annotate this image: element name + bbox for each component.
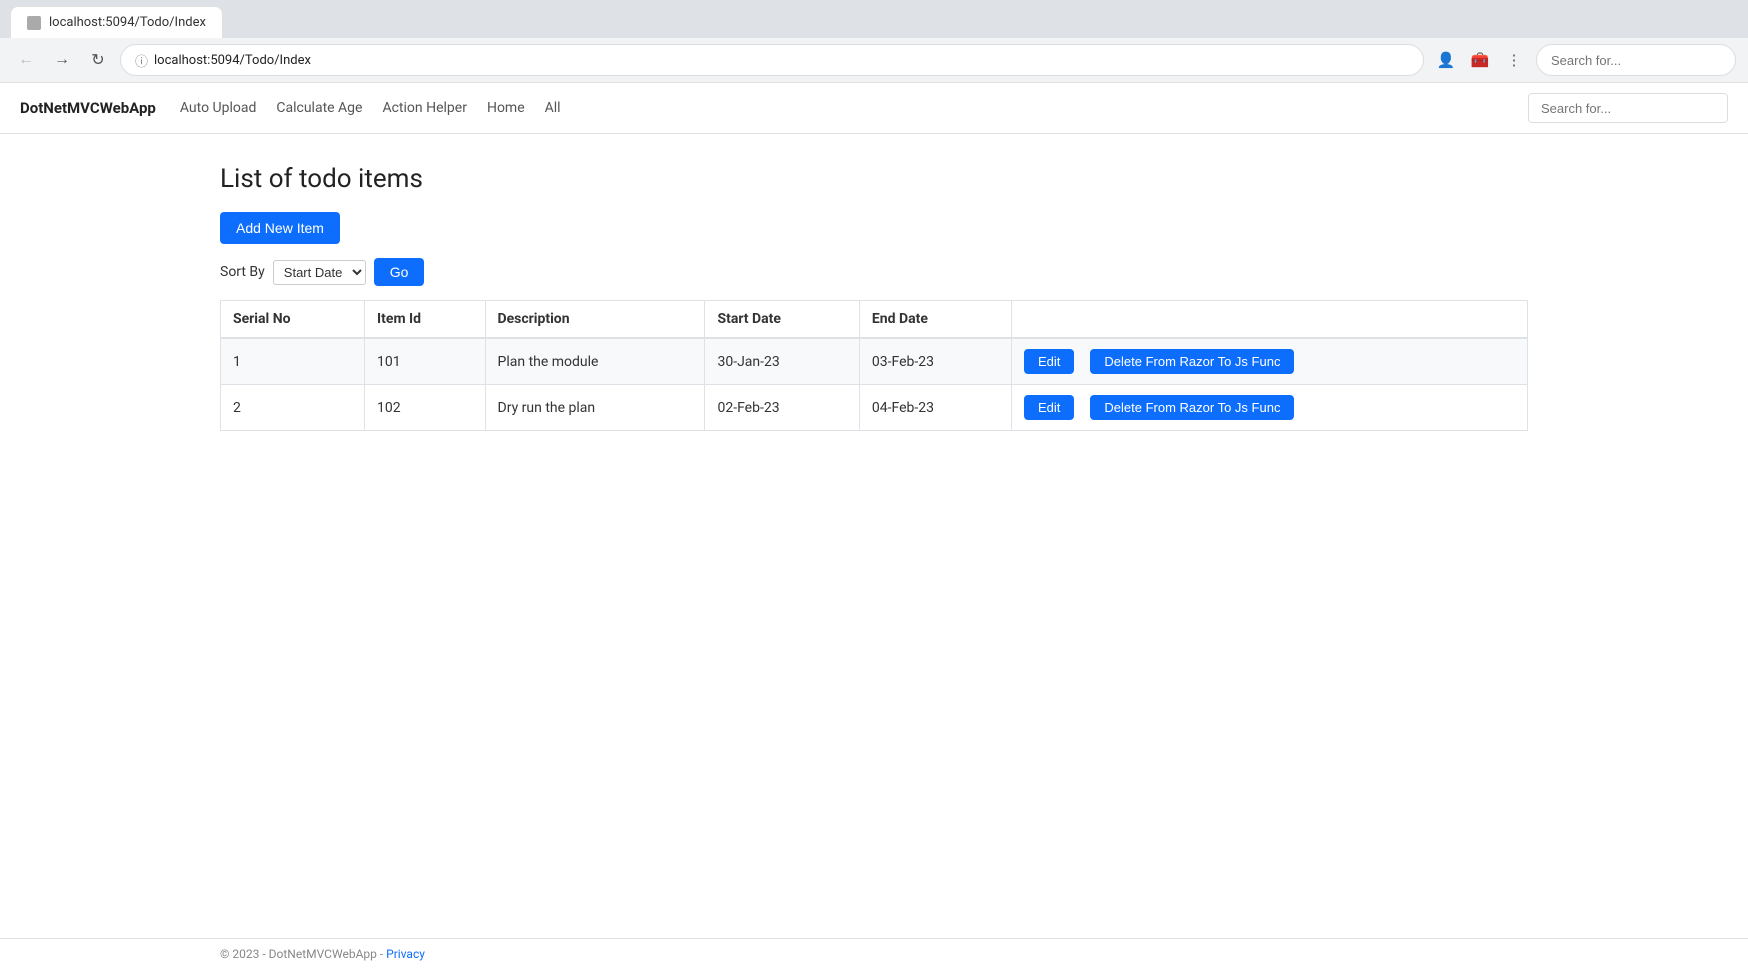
page-title: List of todo items [220, 164, 1528, 194]
cell-item-id: 101 [365, 338, 485, 385]
nav-link-auto-upload[interactable]: Auto Upload [180, 100, 257, 116]
cell-start-date: 02-Feb-23 [705, 385, 859, 431]
cell-end-date: 04-Feb-23 [859, 385, 1011, 431]
col-actions [1012, 301, 1528, 339]
cell-item-id: 102 [365, 385, 485, 431]
table-header: Serial No Item Id Description Start Date… [221, 301, 1528, 339]
edit-button[interactable]: Edit [1024, 349, 1074, 374]
browser-chrome: localhost:5094/Todo/Index ← → ↻ ⓘ localh… [0, 0, 1748, 83]
address-bar: ← → ↻ ⓘ localhost:5094/Todo/Index 👤 🧰 ⋮ [0, 38, 1748, 82]
tab-title: localhost:5094/Todo/Index [49, 15, 206, 30]
navbar-brand: DotNetMVCWebApp [20, 99, 156, 117]
main-content: List of todo items Add New Item Sort By … [0, 134, 1748, 461]
add-new-item-button[interactable]: Add New Item [220, 212, 340, 244]
active-tab[interactable]: localhost:5094/Todo/Index [10, 6, 223, 38]
cell-serial: 2 [221, 385, 365, 431]
action-cell: Edit Delete From Razor To Js Func [1024, 395, 1515, 420]
nav-link-home[interactable]: Home [487, 100, 525, 116]
table-body: 1 101 Plan the module 30-Jan-23 03-Feb-2… [221, 338, 1528, 431]
col-description: Description [485, 301, 705, 339]
delete-button[interactable]: Delete From Razor To Js Func [1090, 349, 1294, 374]
tab-favicon [27, 16, 41, 30]
browser-icons: 👤 🧰 ⋮ [1432, 46, 1528, 74]
reload-button[interactable]: ↻ [84, 46, 112, 74]
nav-link-calculate-age[interactable]: Calculate Age [276, 100, 362, 116]
action-cell: Edit Delete From Razor To Js Func [1024, 349, 1515, 374]
delete-button[interactable]: Delete From Razor To Js Func [1090, 395, 1294, 420]
cell-serial: 1 [221, 338, 365, 385]
navbar-search-input[interactable] [1528, 93, 1728, 123]
table-row: 2 102 Dry run the plan 02-Feb-23 04-Feb-… [221, 385, 1528, 431]
forward-button[interactable]: → [48, 46, 76, 74]
sort-by-label: Sort By [220, 264, 265, 280]
menu-icon[interactable]: ⋮ [1500, 46, 1528, 74]
col-start-date: Start Date [705, 301, 859, 339]
footer: © 2023 - DotNetMVCWebApp - Privacy [0, 938, 1748, 969]
sort-bar: Sort By Start Date End Date Item Id Go [220, 258, 1528, 286]
navbar: DotNetMVCWebApp Auto Upload Calculate Ag… [0, 83, 1748, 134]
cell-description: Dry run the plan [485, 385, 705, 431]
go-button[interactable]: Go [374, 258, 425, 286]
cell-end-date: 03-Feb-23 [859, 338, 1011, 385]
sort-select[interactable]: Start Date End Date Item Id [273, 260, 366, 285]
nav-link-action-helper[interactable]: Action Helper [382, 100, 466, 116]
col-end-date: End Date [859, 301, 1011, 339]
footer-privacy-link[interactable]: Privacy [386, 947, 425, 961]
extensions-icon[interactable]: 🧰 [1466, 46, 1494, 74]
back-button[interactable]: ← [12, 46, 40, 74]
browser-search-input[interactable] [1536, 44, 1736, 76]
url-info-icon: ⓘ [135, 51, 148, 70]
nav-link-all[interactable]: All [545, 100, 561, 116]
col-item-id: Item Id [365, 301, 485, 339]
edit-button[interactable]: Edit [1024, 395, 1074, 420]
table-row: 1 101 Plan the module 30-Jan-23 03-Feb-2… [221, 338, 1528, 385]
todo-table: Serial No Item Id Description Start Date… [220, 300, 1528, 431]
tab-bar: localhost:5094/Todo/Index [0, 0, 1748, 38]
col-serial-no: Serial No [221, 301, 365, 339]
url-text: localhost:5094/Todo/Index [154, 53, 311, 68]
footer-text: © 2023 - DotNetMVCWebApp - [220, 947, 383, 961]
header-row: Serial No Item Id Description Start Date… [221, 301, 1528, 339]
navbar-links: Auto Upload Calculate Age Action Helper … [180, 100, 561, 116]
url-bar[interactable]: ⓘ localhost:5094/Todo/Index [120, 44, 1424, 76]
cell-actions: Edit Delete From Razor To Js Func [1012, 385, 1528, 431]
cell-description: Plan the module [485, 338, 705, 385]
cell-start-date: 30-Jan-23 [705, 338, 859, 385]
profile-icon[interactable]: 👤 [1432, 46, 1460, 74]
cell-actions: Edit Delete From Razor To Js Func [1012, 338, 1528, 385]
